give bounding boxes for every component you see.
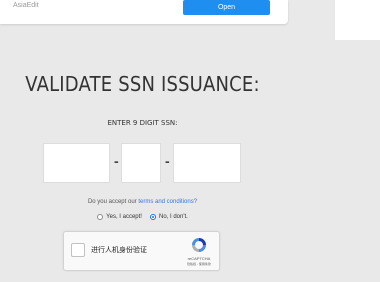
consent-radio-group: Yes, I accept! No, I don't. [0, 214, 285, 220]
recaptcha-label: 进行人机身份验证 [91, 247, 147, 254]
radio-yes-option[interactable]: Yes, I accept! [97, 214, 142, 220]
page-title: VALIDATE SSN ISSUANCE: [25, 72, 260, 96]
ssn-part1-input[interactable] [43, 143, 110, 183]
terms-question-text: Do you accept our [87, 199, 139, 205]
terms-link[interactable]: terms and conditions? [138, 199, 197, 205]
recaptcha-brand: reCAPTCHA [187, 256, 211, 261]
recaptcha-checkbox[interactable] [71, 243, 85, 257]
radio-no-label: No, I don't. [158, 214, 188, 220]
radio-yes-label: Yes, I accept! [106, 214, 142, 220]
ssn-part2-input[interactable] [121, 143, 161, 183]
ad-brand-name: AsiaEdit [13, 2, 39, 9]
radio-no-option[interactable]: No, I don't. [149, 214, 188, 220]
ssn-part3-input[interactable] [173, 143, 241, 183]
radio-yes-button[interactable] [97, 214, 104, 220]
ssn-instruction: ENTER 9 DIGIT SSN: [107, 119, 178, 127]
ssn-dash-2: - [165, 153, 170, 169]
recaptcha-terms[interactable]: 隐私权 - 使用条款 [181, 262, 217, 266]
ssn-dash-1: - [114, 153, 119, 169]
radio-no-button[interactable] [149, 214, 156, 220]
recaptcha-widget: 进行人机身份验证 reCAPTCHA 隐私权 - 使用条款 [63, 231, 220, 271]
recaptcha-logo-icon [192, 238, 206, 252]
ad-banner: AsiaEdit Open [0, 0, 288, 24]
ad-open-button[interactable]: Open [183, 0, 270, 15]
terms-question: Do you accept our terms and conditions? [0, 199, 285, 205]
